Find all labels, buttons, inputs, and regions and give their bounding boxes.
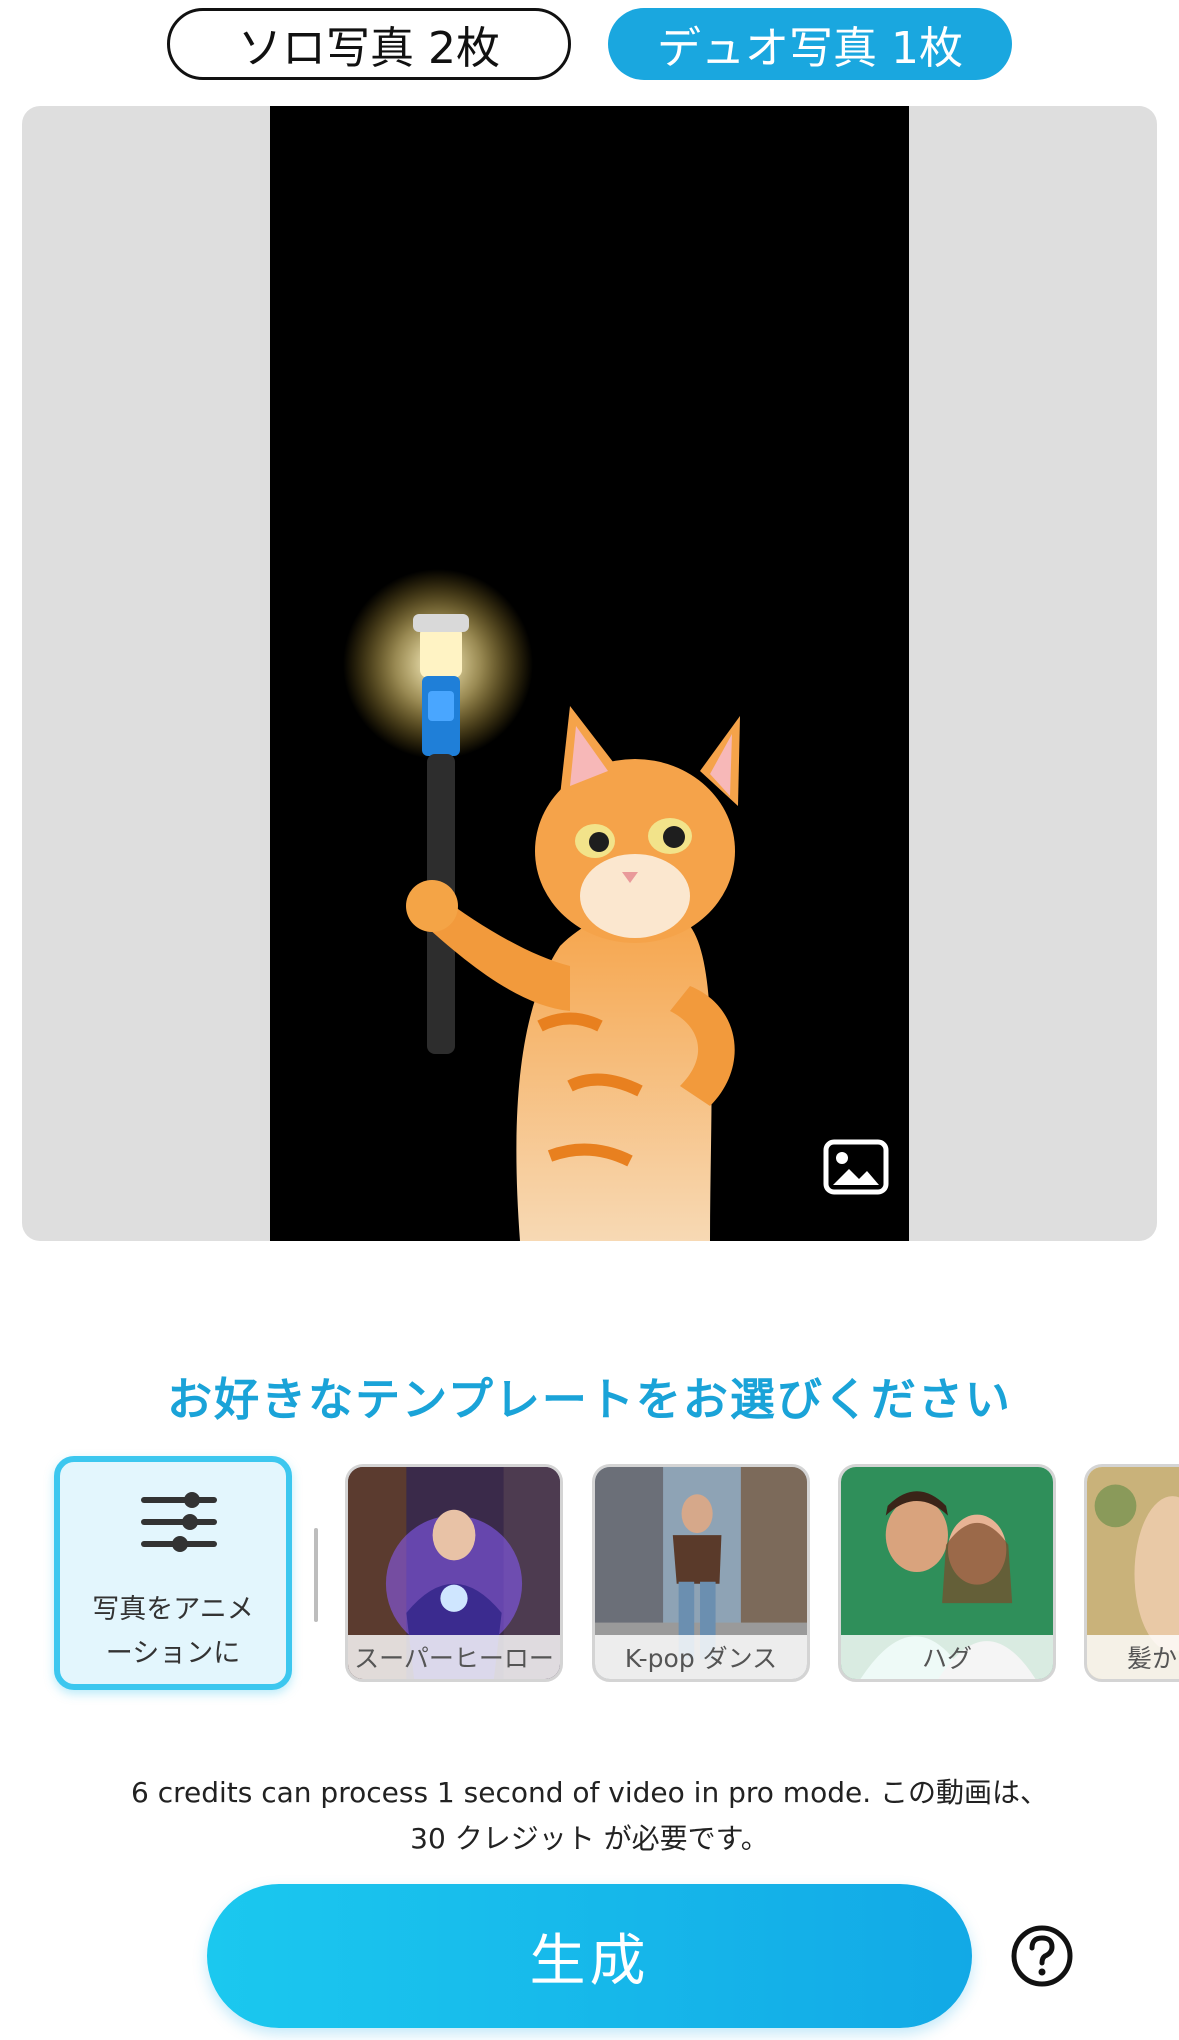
tab-duo-photo[interactable]: デュオ写真 1枚 [608, 8, 1012, 80]
template-hug-label: ハグ [841, 1635, 1053, 1679]
credits-info: 6 credits can process 1 second of video … [0, 1770, 1179, 1862]
template-hair[interactable]: 髪か [1084, 1464, 1179, 1682]
image-gallery-icon[interactable] [823, 1139, 889, 1195]
template-animate-photo-label-line2: ーションに [105, 1638, 241, 1669]
template-carousel[interactable]: 写真をアニメ ーションに スーパーヒーロー K-pop ダンス ハグ 髪か [0, 1456, 1179, 1692]
divider [314, 1528, 318, 1622]
credits-line-2: 30 クレジット が必要です。 [410, 1822, 769, 1855]
template-animate-photo[interactable]: 写真をアニメ ーションに [54, 1456, 292, 1690]
generate-button[interactable]: 生成 [207, 1884, 972, 2028]
cat-illustration [343, 569, 740, 1241]
question-circle-icon[interactable] [1010, 1924, 1074, 1988]
template-kpop-dance[interactable]: K-pop ダンス [592, 1464, 810, 1682]
photo-mode-tabs: ソロ写真 2枚 デュオ写真 1枚 [0, 8, 1179, 84]
preview-panel [22, 106, 1157, 1241]
template-hug[interactable]: ハグ [838, 1464, 1056, 1682]
preview-image[interactable] [270, 106, 909, 1241]
tab-solo-photos[interactable]: ソロ写真 2枚 [167, 8, 571, 80]
credits-line-1: 6 credits can process 1 second of video … [130, 1776, 1049, 1809]
template-heading: お好きなテンプレートをお選びください [167, 1373, 1012, 1426]
template-hair-label: 髪か [1087, 1635, 1179, 1679]
template-superhero-label: スーパーヒーロー [348, 1635, 560, 1679]
template-superhero[interactable]: スーパーヒーロー [345, 1464, 563, 1682]
template-animate-photo-label: 写真をアニメ ーションに [60, 1588, 286, 1676]
sliders-icon [140, 1490, 218, 1558]
template-kpop-dance-label: K-pop ダンス [595, 1635, 807, 1679]
template-animate-photo-label-line1: 写真をアニメ [92, 1594, 254, 1625]
